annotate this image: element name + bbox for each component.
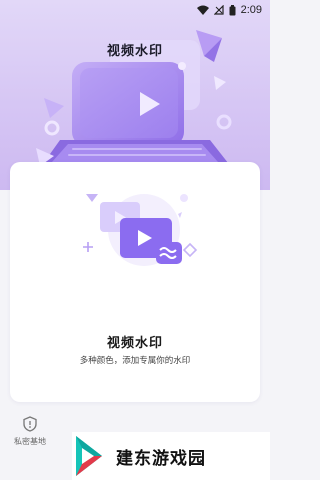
nav-item-label: 私密基地 bbox=[14, 436, 46, 446]
video-watermark-card[interactable]: 视频水印 多种颜色，添加专属你的水印 bbox=[10, 162, 260, 402]
shield-icon bbox=[23, 415, 37, 432]
watermark-text: 建东游戏园 bbox=[116, 448, 206, 469]
card-subtitle: 多种颜色，添加专属你的水印 bbox=[79, 356, 191, 366]
wifi-icon bbox=[196, 5, 209, 15]
status-time: 2:09 bbox=[240, 4, 262, 16]
nav-item-private-base[interactable]: 私密基地 bbox=[0, 405, 60, 457]
card-title: 视频水印 bbox=[106, 336, 163, 351]
page-title: 视频水印 bbox=[106, 44, 163, 59]
sim-icon bbox=[213, 5, 224, 15]
watermark-feature-icon bbox=[83, 194, 198, 266]
site-watermark: 建东游戏园 bbox=[72, 432, 270, 480]
watermark-logo-icon bbox=[76, 436, 102, 476]
battery-icon bbox=[229, 4, 236, 15]
status-bar: 2:09 bbox=[0, 0, 270, 20]
